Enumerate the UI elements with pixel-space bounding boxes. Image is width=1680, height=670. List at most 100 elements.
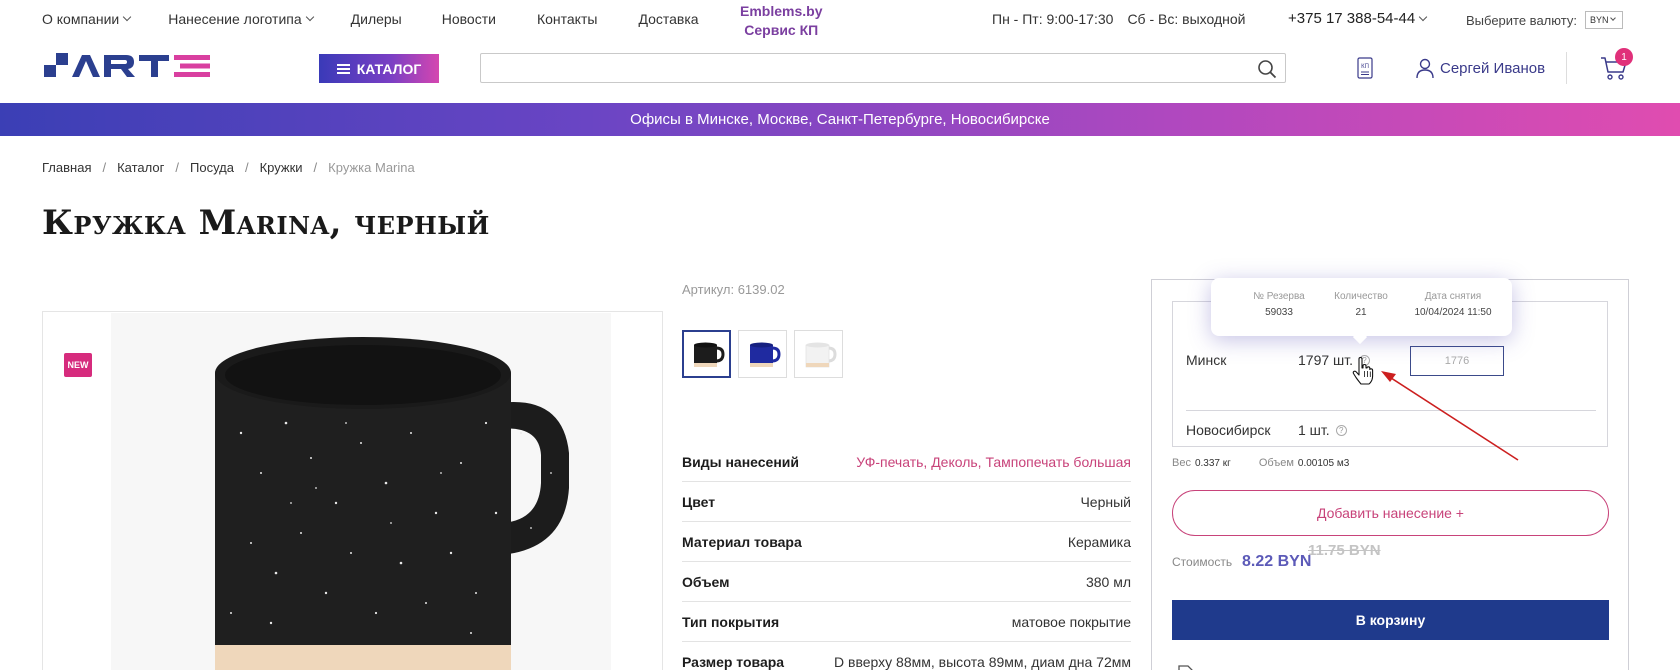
- header-divider: [1566, 52, 1567, 84]
- breadcrumb: Главная / Каталог / Посуда / Кружки / Кр…: [42, 160, 415, 175]
- stock-city: Минск: [1186, 352, 1227, 368]
- offices-banner-text: Офисы в Минске, Москве, Санкт-Петербурге…: [630, 111, 1050, 128]
- nav-news[interactable]: Новости: [442, 11, 496, 27]
- property-value: Черный: [1080, 493, 1131, 510]
- property-key: Размер товара: [682, 653, 785, 670]
- mug-thumb-image: [805, 342, 837, 368]
- breadcrumb-home[interactable]: Главная: [42, 160, 91, 175]
- nav-dealers-label: Дилеры: [350, 11, 402, 27]
- property-key: Материал товара: [682, 533, 802, 550]
- emblems-line2: Сервис КП: [744, 22, 819, 38]
- stock-city: Новосибирск: [1186, 422, 1271, 438]
- working-hours: Пн - Пт: 9:00-17:30 Сб - Вс: выходной: [992, 11, 1245, 27]
- purchase-panel: Минск 1797 шт. ? 1776 Новосибирск 1 шт. …: [1151, 279, 1629, 670]
- property-key: Виды нанесений: [682, 453, 799, 470]
- breadcrumb-separator: /: [102, 160, 107, 175]
- nav-contacts[interactable]: Контакты: [537, 11, 597, 27]
- info-icon[interactable]: ?: [1335, 424, 1347, 436]
- hours-weekend: Сб - Вс: выходной: [1127, 11, 1246, 27]
- breadcrumb-mugs[interactable]: Кружки: [260, 160, 303, 175]
- document-icon[interactable]: [1178, 662, 1194, 670]
- breadcrumb-separator: /: [313, 160, 318, 175]
- quantity-input[interactable]: 1776: [1410, 346, 1504, 376]
- product-meta: Вес 0.337 кг Объем 0.00105 м3: [1172, 457, 1349, 469]
- volume-label: Объем: [1258, 457, 1294, 469]
- chevron-down-icon: [122, 12, 132, 22]
- stock-qty: 1 шт.: [1298, 422, 1330, 438]
- nav-contacts-label: Контакты: [536, 11, 598, 27]
- property-key: Цвет: [682, 493, 716, 510]
- tooltip-value: 21: [1355, 307, 1367, 318]
- arte-logo[interactable]: [44, 53, 220, 83]
- add-print-button[interactable]: Добавить нанесение +: [1172, 490, 1609, 536]
- price-value: 8.22 BYN: [1242, 553, 1312, 570]
- breadcrumb-current: Кружка Marina: [328, 160, 415, 175]
- mug-thumb-image: [693, 342, 725, 367]
- tooltip-label: № Резерва: [1253, 291, 1305, 302]
- breadcrumb-separator: /: [175, 160, 179, 175]
- weight-value: 0.337 кг: [1194, 458, 1231, 469]
- nav-about[interactable]: О компании: [42, 11, 132, 27]
- user-icon: [1416, 58, 1434, 79]
- add-to-cart-button[interactable]: В корзину: [1172, 600, 1609, 640]
- property-key: Объем: [682, 573, 730, 590]
- currency-value: BYN: [1589, 15, 1609, 25]
- breadcrumb-catalog[interactable]: Каталог: [117, 160, 164, 175]
- chevron-down-icon: [1610, 15, 1617, 21]
- stock-qty: 1797 шт.: [1298, 352, 1354, 368]
- property-row: Тип покрытия матовое покрытие: [682, 602, 1131, 642]
- top-nav: О компании Нанесение логотипа Дилеры Нов…: [42, 11, 699, 27]
- currency-label: Выберите валюту:: [1466, 12, 1577, 28]
- thumbnail-black[interactable]: [682, 330, 731, 378]
- new-badge: NEW: [64, 353, 92, 377]
- kp-label: КП: [1361, 64, 1369, 70]
- catalog-label: КАТАЛОГ: [356, 60, 422, 77]
- breadcrumb-tableware[interactable]: Посуда: [190, 160, 234, 175]
- nav-about-label: О компании: [42, 11, 120, 27]
- catalog-button[interactable]: КАТАЛОГ: [319, 54, 439, 83]
- thumbnail-blue[interactable]: [738, 330, 787, 378]
- currency-selector: Выберите валюту: BYN: [1466, 11, 1623, 29]
- product-gallery: NEW: [42, 311, 663, 670]
- nav-delivery-label: Доставка: [638, 11, 699, 27]
- chevron-down-icon: [1418, 12, 1428, 21]
- price-label: Стоимость: [1172, 555, 1233, 569]
- property-value-link[interactable]: УФ-печать, Деколь, Тампопечать большая: [856, 454, 1131, 470]
- search-bar: [480, 53, 1286, 83]
- thumbnail-white[interactable]: [794, 330, 843, 378]
- old-price-value: 11.75 BYN: [1308, 542, 1381, 559]
- user-account[interactable]: Сергей Иванов: [1416, 58, 1545, 79]
- stock-row-minsk: Минск 1797 шт. ?: [1186, 334, 1596, 386]
- search-input[interactable]: [481, 54, 1285, 82]
- nav-logo-printing-label: Нанесение логотипа: [168, 11, 302, 27]
- emblems-line1: Emblems.by: [740, 3, 823, 19]
- volume-value: 0.00105 м3: [1297, 458, 1350, 469]
- product-sku: Артикул: 6139.02: [682, 282, 785, 297]
- property-value: 380 мл: [1085, 573, 1131, 590]
- hours-weekdays: Пн - Пт: 9:00-17:30: [992, 11, 1114, 27]
- currency-select[interactable]: BYN: [1584, 11, 1623, 29]
- nav-logo-printing[interactable]: Нанесение логотипа: [168, 11, 314, 27]
- property-value: матовое покрытие: [1011, 613, 1131, 630]
- weight-label: Вес: [1172, 457, 1191, 469]
- tooltip-col-date: Дата снятия 10/04/2024 11:50: [1403, 291, 1503, 318]
- property-value: Керамика: [1067, 533, 1131, 550]
- page-title: Кружка Marina, черный: [42, 203, 490, 243]
- reserve-tooltip: № Резерва 59033 Количество 21 Дата сняти…: [1211, 278, 1512, 336]
- nav-delivery[interactable]: Доставка: [638, 11, 698, 27]
- property-row: Материал товара Керамика: [682, 522, 1131, 562]
- offices-banner: Офисы в Минске, Москве, Санкт-Петербурге…: [0, 103, 1680, 136]
- emblems-link[interactable]: Emblems.by Сервис КП: [740, 2, 822, 40]
- divider: [1186, 410, 1596, 411]
- nav-dealers[interactable]: Дилеры: [351, 11, 402, 27]
- user-name: Сергей Иванов: [1440, 60, 1546, 77]
- phone-dropdown[interactable]: +375 17 388-54-44: [1288, 10, 1428, 27]
- kp-document-icon[interactable]: КП: [1357, 57, 1373, 82]
- property-value: D вверху 88мм, высота 89мм, диам дна 72м…: [834, 653, 1131, 670]
- chevron-down-icon: [305, 12, 314, 22]
- property-row: Виды нанесений УФ-печать, Деколь, Тампоп…: [682, 442, 1131, 482]
- search-icon[interactable]: [1257, 59, 1277, 79]
- kp-document-graphic: КП: [1357, 57, 1373, 79]
- phone-number: +375 17 388-54-44: [1288, 10, 1416, 27]
- product-image[interactable]: [111, 313, 611, 670]
